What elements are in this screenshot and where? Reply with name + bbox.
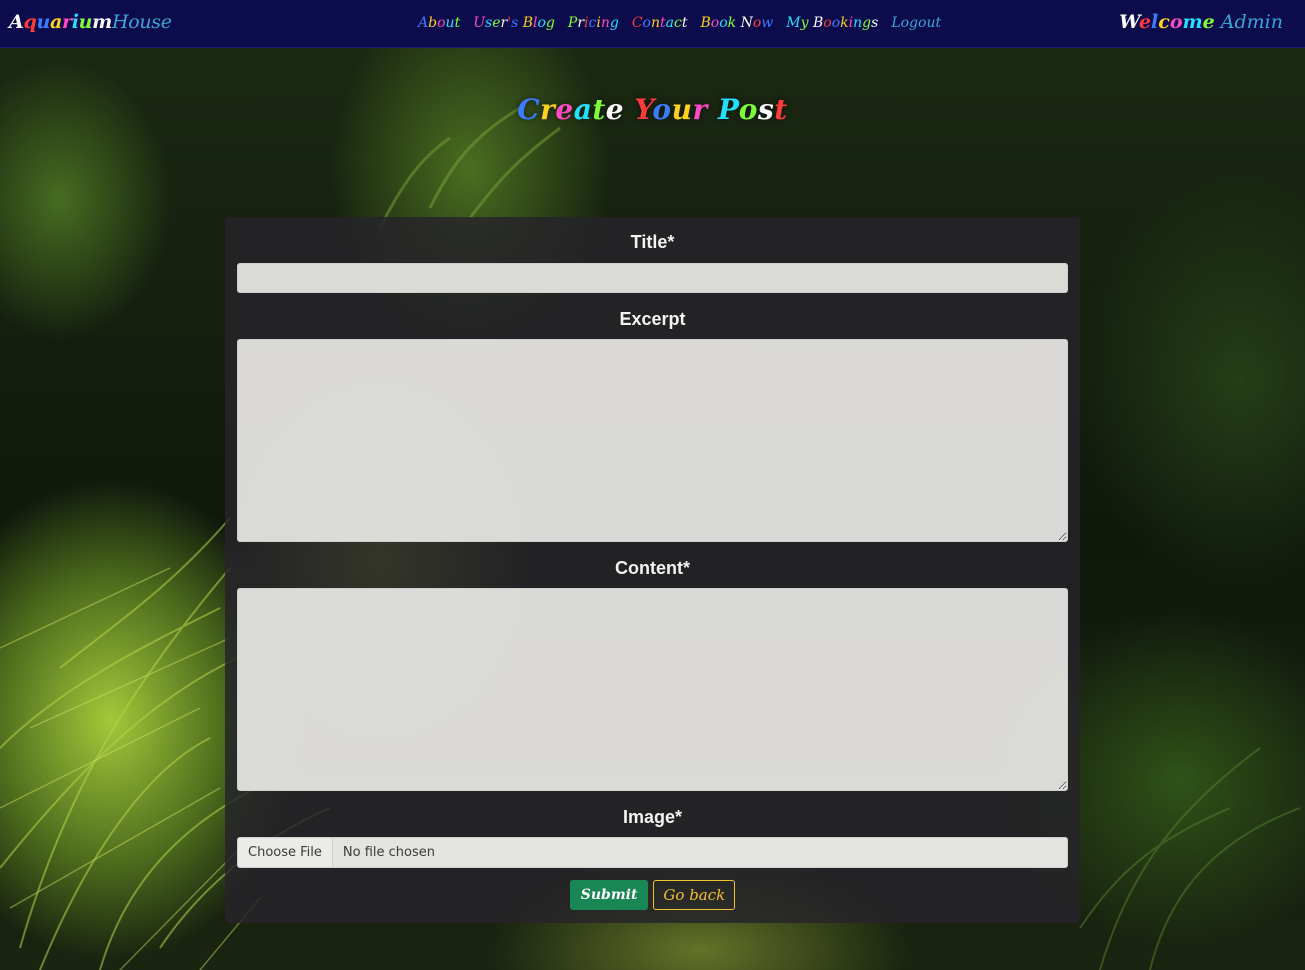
brand-main-text: Aquarium [9, 11, 112, 33]
nav-link-logout[interactable]: Logout [891, 15, 941, 31]
title-input[interactable] [237, 263, 1068, 293]
submit-button[interactable]: Submit [569, 880, 649, 910]
nav-link-contact[interactable]: Contact [632, 15, 688, 31]
go-back-button[interactable]: Go back [653, 880, 736, 910]
welcome-message: Welcome Admin [1119, 11, 1283, 33]
welcome-word: Welcome [1119, 11, 1215, 33]
nav-link-my-bookings[interactable]: My Bookings [786, 15, 878, 31]
create-post-form: Title* Excerpt Content* Image* Choose Fi… [225, 217, 1080, 923]
excerpt-textarea[interactable] [237, 339, 1068, 542]
file-status-text: No file chosen [342, 845, 435, 860]
top-navbar: AquariumHouse About User's Blog Pricing … [0, 0, 1305, 48]
nav-link-about[interactable]: About [418, 15, 460, 31]
excerpt-label: Excerpt [619, 309, 686, 329]
nav-link-book-now[interactable]: Book Now [701, 15, 774, 31]
image-label: Image* [622, 807, 683, 827]
nav-links: About User's Blog Pricing Contact Book N… [418, 15, 941, 31]
content-textarea[interactable] [237, 588, 1068, 791]
title-label: Title* [630, 232, 675, 252]
content-label: Content* [615, 558, 690, 578]
form-actions: Submit Go back [225, 880, 1080, 910]
choose-file-button[interactable]: Choose File [238, 838, 333, 867]
brand-sub-text: House [111, 11, 172, 33]
welcome-username: Admin [1220, 11, 1283, 33]
page-title: Create Your Post [517, 93, 788, 126]
image-file-input[interactable]: Choose File No file chosen [237, 837, 1068, 868]
nav-link-pricing[interactable]: Pricing [568, 15, 619, 31]
nav-link-users-blog[interactable]: User's Blog [473, 15, 555, 31]
brand-logo[interactable]: AquariumHouse [9, 11, 172, 33]
